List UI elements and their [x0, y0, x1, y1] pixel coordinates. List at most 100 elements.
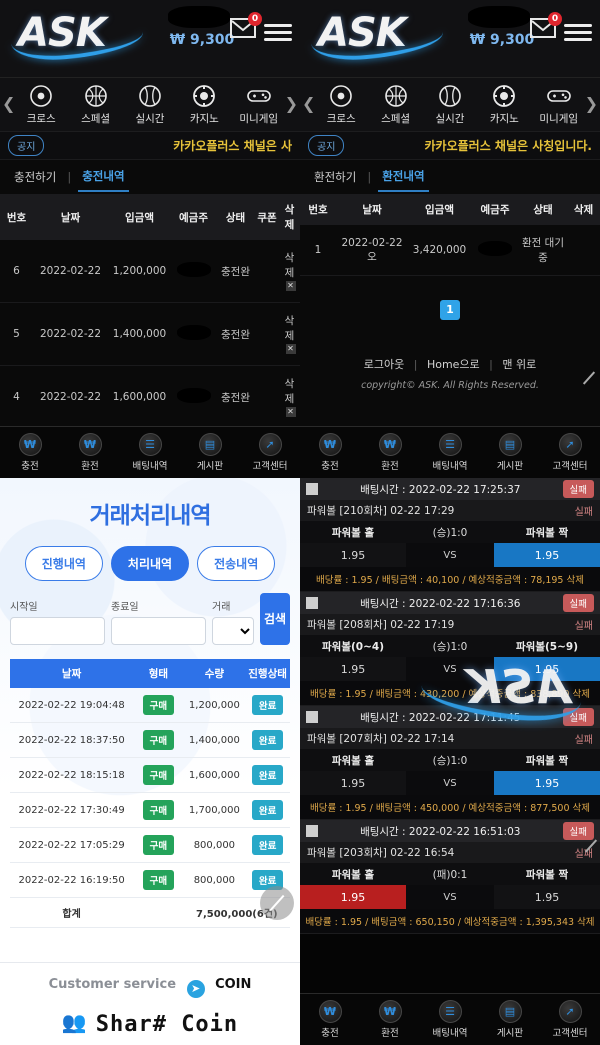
hamburger-menu-icon[interactable]: [564, 20, 592, 45]
bet-select-checkbox[interactable]: [306, 711, 318, 723]
bottom-nav-board[interactable]: ▤ 게시판: [482, 1000, 538, 1039]
tab-transferred[interactable]: 전송내역: [197, 546, 276, 581]
page-button-1[interactable]: 1: [440, 300, 460, 320]
table-row[interactable]: 4 2022-02-22 1,600,000 충전완 삭제✕: [0, 365, 300, 429]
category-label: 미니게임: [539, 112, 579, 125]
cell-delete[interactable]: 삭제✕: [279, 365, 300, 429]
table-row[interactable]: 2022-02-22 17:05:29 구매 800,000 완료: [10, 827, 290, 863]
cell-amount: 1,400,000: [108, 302, 171, 366]
bottom-nav-withdraw[interactable]: ₩ 환전: [62, 433, 118, 472]
nav-prev-arrow-icon[interactable]: ❮: [2, 94, 15, 113]
bet-select-checkbox[interactable]: [306, 483, 318, 495]
table-row[interactable]: 5 2022-02-22 1,400,000 충전완 삭제✕: [0, 302, 300, 366]
col-state: 진행상태: [245, 659, 290, 688]
edit-pencil-icon[interactable]: [574, 368, 592, 386]
away-odds-selected[interactable]: 1.95: [494, 771, 600, 795]
edit-fab-button[interactable]: [260, 886, 294, 920]
tab-withdraw-form[interactable]: 환전하기: [310, 163, 360, 191]
casino-chip-icon: [192, 84, 216, 108]
category-item-live[interactable]: 실시간: [124, 84, 176, 126]
nav-next-arrow-icon[interactable]: ❯: [585, 94, 598, 113]
ask-logo[interactable]: ASK: [310, 8, 460, 64]
bet-select-checkbox[interactable]: [306, 825, 318, 837]
table-row[interactable]: 2022-02-22 18:37:50 구매 1,400,000 완료: [10, 722, 290, 758]
bottom-nav-deposit[interactable]: ₩ 충전: [302, 433, 358, 472]
category-item-special[interactable]: 스페셜: [70, 84, 122, 126]
category-item-cross[interactable]: 크로스: [15, 84, 67, 126]
scroll-top-link[interactable]: 맨 위로: [502, 358, 536, 371]
bet-history-panel: 배팅시간 : 2022-02-22 17:25:37 실패 파워볼 [210회차…: [300, 478, 600, 1045]
category-item-casino[interactable]: 카지노: [178, 84, 230, 126]
tab-withdraw-history[interactable]: 환전내역: [378, 162, 429, 192]
start-date-input[interactable]: [10, 617, 105, 645]
cell-delete[interactable]: [567, 225, 600, 276]
edit-pencil-icon[interactable]: [576, 836, 594, 854]
table-row[interactable]: 2022-02-22 16:19:50 구매 800,000 완료: [10, 862, 290, 898]
bottom-nav-board[interactable]: ▤ 게시판: [182, 433, 238, 472]
customer-center-headset-icon: ➚: [558, 1000, 582, 1023]
bet-summary[interactable]: 배당률 : 1.95 / 배팅금액 : 450,000 / 예상적중금액 : 8…: [300, 795, 600, 819]
tab-in-progress[interactable]: 진행내역: [24, 546, 103, 581]
cell-state: 완료: [245, 792, 290, 828]
hamburger-menu-icon[interactable]: [264, 20, 292, 45]
away-odds-selected[interactable]: 1.95: [494, 657, 600, 681]
type-badge: 구매: [142, 765, 175, 785]
bet-summary[interactable]: 배당률 : 1.95 / 배팅금액 : 40,100 / 예상적중금액 : 78…: [300, 567, 600, 591]
nav-next-arrow-icon[interactable]: ❯: [285, 94, 298, 113]
telegram-icon[interactable]: ➤: [186, 980, 205, 998]
category-item-minigame[interactable]: 미니게임: [233, 84, 285, 126]
ask-logo[interactable]: ASK: [10, 8, 160, 64]
category-item-special[interactable]: 스페셜: [370, 84, 422, 126]
table-row[interactable]: 6 2022-02-22 1,200,000 충전완 삭제✕: [0, 240, 300, 303]
bottom-nav-withdraw[interactable]: ₩ 환전: [362, 433, 418, 472]
bet-game-row: 파워볼 [210회차] 02-22 17:29 실패: [300, 500, 600, 521]
bottom-nav-bet-history[interactable]: ☰ 배팅내역: [122, 433, 178, 472]
cell-no: 1: [300, 225, 336, 276]
bottom-nav-bet-history[interactable]: ☰ 배팅내역: [422, 1000, 478, 1039]
table-row[interactable]: 2022-02-22 17:30:49 구매 1,700,000 완료: [10, 792, 290, 828]
nav-prev-arrow-icon[interactable]: ❮: [302, 94, 315, 113]
category-item-live[interactable]: 실시간: [424, 84, 476, 126]
bottom-nav-deposit[interactable]: ₩ 충전: [302, 1000, 358, 1039]
cell-delete[interactable]: 삭제✕: [279, 240, 300, 303]
bet-history-list-icon: ☰: [138, 433, 162, 456]
tab-deposit-history[interactable]: 충전내역: [78, 162, 129, 192]
home-link[interactable]: Home으로: [427, 358, 480, 371]
bet-summary[interactable]: 배당률 : 1.95 / 배팅금액 : 650,150 / 예상적중금액 : 1…: [300, 909, 600, 933]
cell-delete[interactable]: 삭제✕: [279, 302, 300, 366]
type-select[interactable]: [212, 617, 254, 645]
bet-summary[interactable]: 배당률 : 1.95 / 배팅금액 : 430,200 / 예상적중금액 : 8…: [300, 681, 600, 705]
bottom-nav-customer-center[interactable]: ➚ 고객센터: [542, 1000, 598, 1039]
bottom-nav-customer-center[interactable]: ➚ 고객센터: [242, 433, 298, 472]
category-item-minigame[interactable]: 미니게임: [533, 84, 585, 126]
table-row[interactable]: 2022-02-22 18:15:18 구매 1,600,000 완료: [10, 757, 290, 793]
page-title: 거래처리내역: [89, 503, 212, 529]
home-odds[interactable]: 1.95: [300, 657, 406, 681]
site-header: ASK ₩ 9,300 0: [300, 0, 600, 78]
table-row[interactable]: 2022-02-22 19:04:48 구매 1,200,000 완료: [10, 688, 290, 723]
bottom-nav-withdraw[interactable]: ₩ 환전: [362, 1000, 418, 1039]
bet-time: 배팅시간 : 2022-02-22 17:16:36: [360, 597, 521, 610]
logout-link[interactable]: 로그아웃: [364, 358, 404, 371]
tab-processed[interactable]: 처리내역: [110, 546, 190, 581]
tab-deposit-form[interactable]: 충전하기: [10, 163, 60, 191]
away-odds-selected[interactable]: 1.95: [494, 543, 600, 567]
bottom-nav-bet-history[interactable]: ☰ 배팅내역: [422, 433, 478, 472]
bottom-nav-board[interactable]: ▤ 게시판: [482, 433, 538, 472]
table-row[interactable]: 1 2022-02-22 오 3,420,000 환전 대기중: [300, 225, 600, 276]
bet-select-checkbox[interactable]: [306, 597, 318, 609]
home-odds[interactable]: 1.95: [300, 771, 406, 795]
cell-date: 2022-02-22 오: [336, 225, 408, 276]
home-odds[interactable]: 1.95: [300, 543, 406, 567]
category-item-casino[interactable]: 카지노: [478, 84, 530, 126]
bottom-nav-deposit[interactable]: ₩ 충전: [2, 433, 58, 472]
away-odds[interactable]: 1.95: [494, 885, 600, 909]
search-button[interactable]: 검색: [260, 593, 290, 645]
bottom-nav-customer-center[interactable]: ➚ 고객센터: [542, 433, 598, 472]
category-item-cross[interactable]: 크로스: [315, 84, 367, 126]
col-amount: 입금액: [408, 194, 471, 225]
col-status: 상태: [519, 194, 567, 225]
home-odds-lost[interactable]: 1.95: [300, 885, 406, 909]
end-date-input[interactable]: [111, 617, 206, 645]
bet-options-row: 파워볼 홀 (승)1:0 파워볼 짝: [300, 749, 600, 771]
